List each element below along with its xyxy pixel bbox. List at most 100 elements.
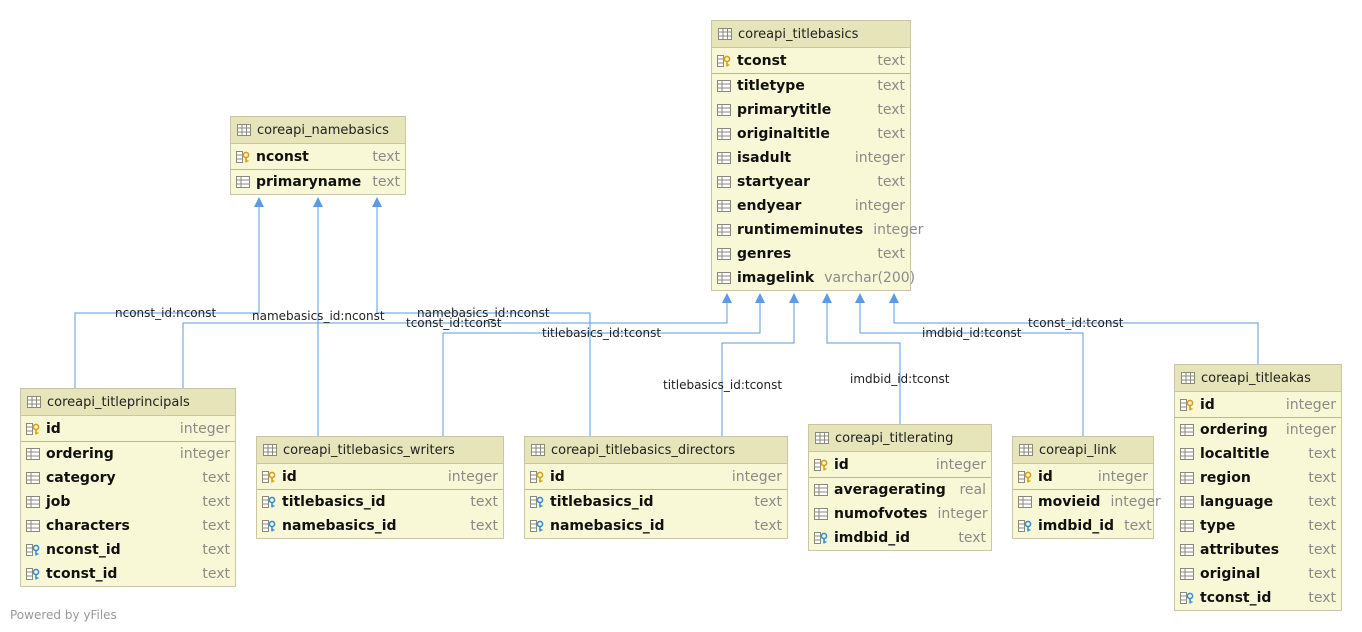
column-type: text <box>754 518 782 534</box>
table-column-row[interactable]: averagerating real <box>809 478 991 502</box>
table-titleakas[interactable]: coreapi_titleakas id integer ordering intege… <box>1174 364 1342 611</box>
arrowhead <box>313 197 323 207</box>
table-column-row[interactable]: attributes text <box>1175 538 1341 562</box>
table-column-row[interactable]: ordering integer <box>21 442 235 466</box>
column-type: text <box>1124 518 1152 534</box>
primary-key-icon <box>814 459 828 471</box>
foreign-key-icon <box>26 568 40 580</box>
table-column-row[interactable]: ordering integer <box>1175 418 1341 442</box>
table-column-row[interactable]: id integer <box>1013 465 1153 489</box>
table-column-row[interactable]: tconst_id text <box>21 562 235 586</box>
table-column-row[interactable]: language text <box>1175 490 1341 514</box>
foreign-key-icon <box>26 544 40 556</box>
table-titlebasics-writers[interactable]: coreapi_titlebasics_writers id integer titl… <box>256 436 504 539</box>
table-column-row[interactable]: movieid integer <box>1013 490 1161 514</box>
table-column-row[interactable]: primarytitle text <box>712 98 910 122</box>
table-title: coreapi_titlebasics_directors <box>551 442 736 458</box>
table-column-row[interactable]: originaltitle text <box>712 122 910 146</box>
table-link[interactable]: coreapi_link id integer movieid integer imdbi… <box>1012 436 1161 539</box>
column-icon <box>1018 496 1032 508</box>
table-header[interactable]: coreapi_namebasics <box>231 117 405 144</box>
table-column-row[interactable]: tconst text <box>712 49 910 73</box>
column-name: category <box>46 470 116 486</box>
table-icon <box>815 432 829 444</box>
table-column-row[interactable]: localtitle text <box>1175 442 1341 466</box>
column-name: genres <box>737 246 792 262</box>
table-header[interactable]: coreapi_titleprincipals <box>21 389 235 416</box>
table-header[interactable]: coreapi_titlerating <box>809 425 991 452</box>
table-titlebasics-directors[interactable]: coreapi_titlebasics_directors id integer ti… <box>524 436 788 539</box>
columns-section: movieid integer imdbid_id text <box>1013 490 1161 538</box>
table-column-row[interactable]: primaryname text <box>231 170 405 194</box>
table-column-row[interactable]: id integer <box>1175 393 1341 417</box>
column-name: originaltitle <box>737 126 830 142</box>
column-icon <box>26 448 40 460</box>
column-name: imdbid_id <box>1038 518 1115 534</box>
column-name: tconst_id <box>46 566 118 582</box>
table-header[interactable]: coreapi_titlebasics <box>712 21 910 48</box>
column-icon <box>1180 448 1194 460</box>
table-titlerating[interactable]: coreapi_titlerating id integer averageratin… <box>808 424 992 551</box>
table-column-row[interactable]: category text <box>21 466 235 490</box>
table-title: coreapi_titlebasics_writers <box>283 442 455 458</box>
table-column-row[interactable]: nconst_id text <box>21 538 235 562</box>
column-name: endyear <box>737 198 802 214</box>
table-column-row[interactable]: id integer <box>257 465 503 489</box>
column-icon <box>717 176 731 188</box>
table-column-row[interactable]: genres text <box>712 242 910 266</box>
table-column-row[interactable]: titlebasics_id text <box>257 490 503 514</box>
table-column-row[interactable]: id integer <box>525 465 787 489</box>
table-header[interactable]: coreapi_link <box>1013 437 1153 464</box>
arrowhead <box>254 197 264 207</box>
table-column-row[interactable]: namebasics_id text <box>525 514 787 538</box>
column-type: integer <box>447 469 498 485</box>
table-header[interactable]: coreapi_titleakas <box>1175 365 1341 392</box>
table-column-row[interactable]: nconst text <box>231 145 405 169</box>
column-icon <box>717 104 731 116</box>
table-header[interactable]: coreapi_titlebasics_writers <box>257 437 503 464</box>
table-column-row[interactable]: runtimeminutes integer <box>712 218 923 242</box>
table-header[interactable]: coreapi_titlebasics_directors <box>525 437 787 464</box>
primary-key-section: id integer <box>525 464 787 490</box>
table-column-row[interactable]: isadult integer <box>712 146 910 170</box>
column-icon <box>26 520 40 532</box>
relation-label: imdbid_id:tconst <box>922 326 1022 340</box>
table-column-row[interactable]: original text <box>1175 562 1341 586</box>
primary-key-section: id integer <box>1013 464 1153 490</box>
table-column-row[interactable]: id integer <box>21 417 235 441</box>
table-titlebasics[interactable]: coreapi_titlebasics tconst text titletype te… <box>711 20 923 291</box>
column-name: imagelink <box>737 270 815 286</box>
column-type: text <box>1308 494 1336 510</box>
table-column-row[interactable]: type text <box>1175 514 1341 538</box>
table-column-row[interactable]: region text <box>1175 466 1341 490</box>
table-column-row[interactable]: imdbid_id text <box>809 526 991 550</box>
table-column-row[interactable]: imdbid_id text <box>1013 514 1153 538</box>
column-name: runtimeminutes <box>737 222 864 238</box>
table-column-row[interactable]: tconst_id text <box>1175 586 1341 610</box>
table-column-row[interactable]: id integer <box>809 453 991 477</box>
table-namebasics[interactable]: coreapi_namebasics nconst text primaryname t… <box>230 116 406 195</box>
column-type: text <box>1308 590 1336 606</box>
table-titleprincipals[interactable]: coreapi_titleprincipals id integer ordering… <box>20 388 236 587</box>
table-column-row[interactable]: titlebasics_id text <box>525 490 787 514</box>
table-column-row[interactable]: characters text <box>21 514 235 538</box>
table-column-row[interactable]: endyear integer <box>712 194 910 218</box>
column-type: text <box>202 470 230 486</box>
table-column-row[interactable]: namebasics_id text <box>257 514 503 538</box>
foreign-key-icon <box>530 496 544 508</box>
table-column-row[interactable]: titletype text <box>712 74 910 98</box>
table-column-row[interactable]: imagelink varchar(200) <box>712 266 915 290</box>
column-name: attributes <box>1200 542 1280 558</box>
column-icon <box>236 176 250 188</box>
table-column-row[interactable]: numofvotes integer <box>809 502 991 526</box>
columns-section: titlebasics_id text namebasics_id text <box>525 490 787 538</box>
column-name: titlebasics_id <box>550 494 654 510</box>
table-column-row[interactable]: startyear text <box>712 170 910 194</box>
column-type: text <box>1308 446 1336 462</box>
column-name: region <box>1200 470 1251 486</box>
primary-key-section: tconst text <box>712 48 910 74</box>
column-type: text <box>877 78 905 94</box>
column-type: integer <box>1097 469 1148 485</box>
table-column-row[interactable]: job text <box>21 490 235 514</box>
edge-principals-nconst <box>74 200 260 388</box>
